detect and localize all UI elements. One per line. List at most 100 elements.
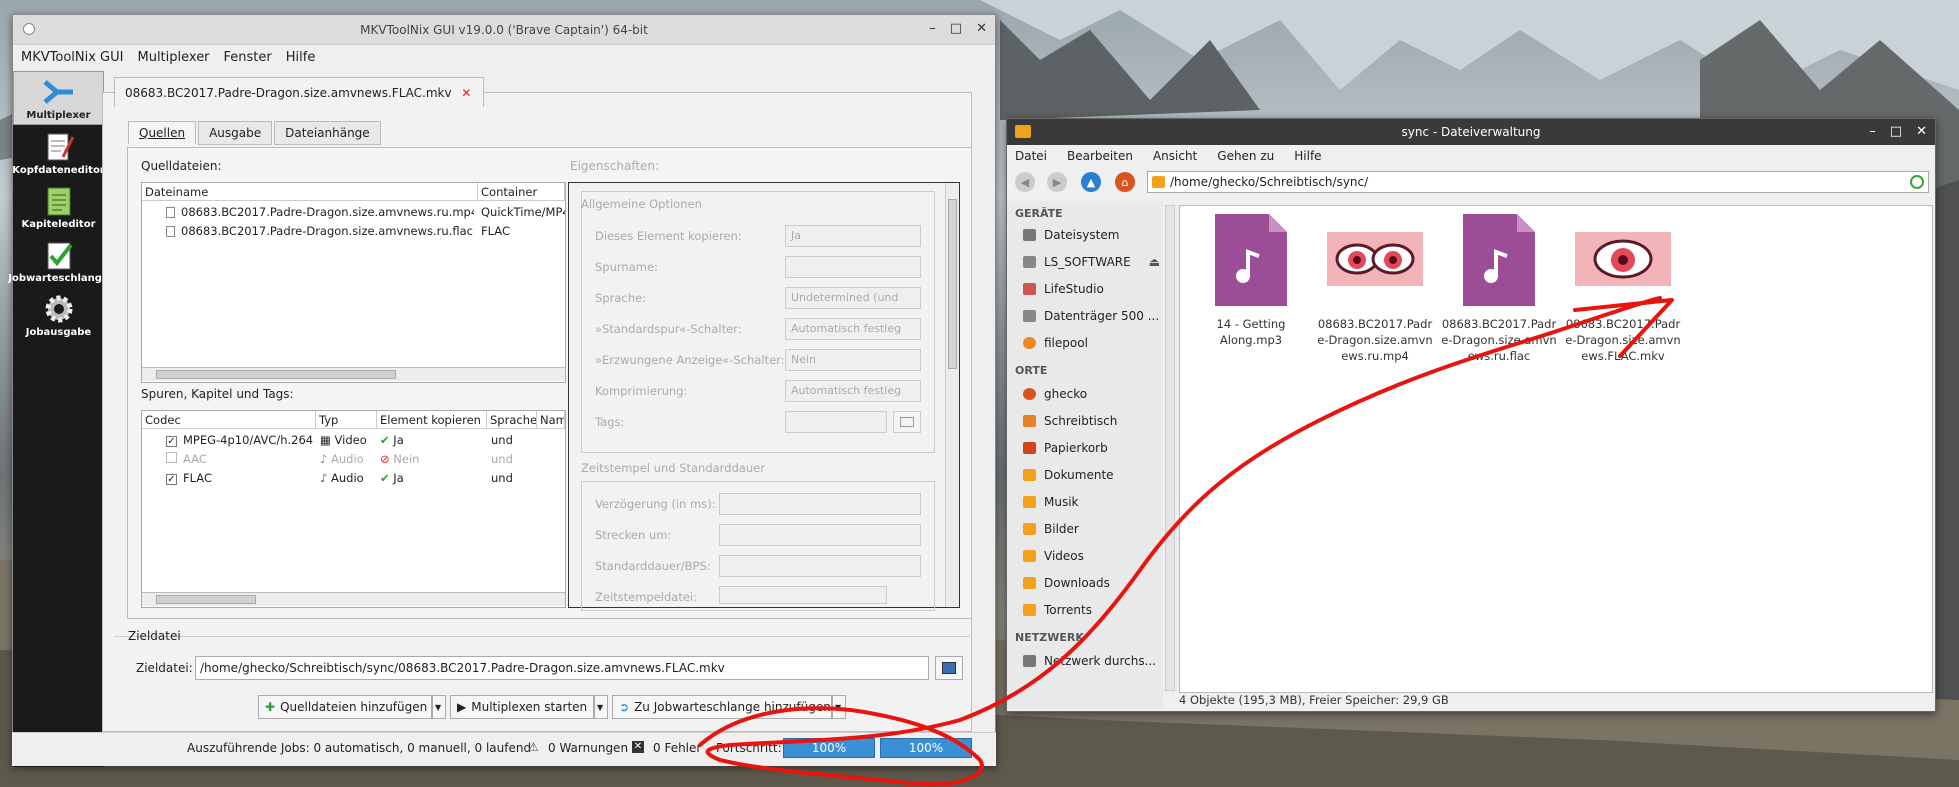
- sidebar-item-dateisystem[interactable]: Dateisystem: [1023, 225, 1119, 245]
- tab-dateianhaenge[interactable]: Dateianhänge: [274, 121, 381, 145]
- sidebar-item-dokumente[interactable]: Dokumente: [1023, 465, 1114, 485]
- close-button[interactable]: ✕: [976, 21, 987, 36]
- menu-multiplexer[interactable]: Multiplexer: [137, 50, 209, 65]
- track-row-flac[interactable]: ✓ FLAC: [166, 471, 212, 485]
- track-name-field[interactable]: [785, 256, 921, 278]
- sidebar-item-musik[interactable]: Musik: [1023, 492, 1079, 512]
- stretch-field[interactable]: [719, 524, 921, 546]
- menu-ansicht[interactable]: Ansicht: [1153, 149, 1197, 163]
- menu-gehen-zu[interactable]: Gehen zu: [1217, 149, 1274, 163]
- up-arrow-icon[interactable]: ▲: [1081, 172, 1101, 192]
- sidebar-item-ls-software[interactable]: LS_SOFTWARE ⏏: [1023, 252, 1160, 272]
- default-duration-field[interactable]: [719, 555, 921, 577]
- delay-field[interactable]: [719, 493, 921, 515]
- sidebar-item-job-output[interactable]: Jobausgabe: [13, 287, 104, 341]
- sidebar-item-ghecko[interactable]: ghecko: [1023, 384, 1087, 404]
- close-button[interactable]: ✕: [1916, 124, 1927, 139]
- sidebar-item-lifestudio[interactable]: LifeStudio: [1023, 279, 1104, 299]
- back-arrow-icon[interactable]: ◀: [1015, 172, 1035, 192]
- tab-current-job[interactable]: 08683.BC2017.Padre-Dragon.size.amvnews.F…: [114, 77, 485, 107]
- dest-file-input[interactable]: /home/ghecko/Schreibtisch/sync/08683.BC2…: [195, 656, 929, 680]
- prop-label: Strecken um:: [595, 528, 672, 542]
- add-to-queue-button[interactable]: ➲ Zu Jobwarteschlange hinzufügen: [612, 695, 832, 719]
- add-sources-button[interactable]: ✚ Quelldateien hinzufügen: [258, 695, 432, 719]
- browse-dest-button[interactable]: [935, 656, 963, 680]
- menu-hilfe[interactable]: Hilfe: [286, 50, 316, 65]
- menu-hilfe[interactable]: Hilfe: [1294, 149, 1321, 163]
- default-track-combo[interactable]: Automatisch festleg: [785, 318, 921, 340]
- maximize-button[interactable]: □: [950, 21, 962, 36]
- table-row[interactable]: 08683.BC2017.Padre-Dragon.size.amvnews.r…: [166, 224, 474, 238]
- tracks-hscrollbar[interactable]: [142, 592, 565, 606]
- timestamp-file-field[interactable]: [719, 586, 887, 604]
- audio-icon: ♪: [320, 452, 328, 466]
- language-combo[interactable]: Undetermined (und: [785, 287, 921, 309]
- col-name[interactable]: Name: [537, 411, 565, 429]
- warnings-count[interactable]: 0 Warnungen: [548, 741, 628, 755]
- sources-hscrollbar[interactable]: [142, 367, 565, 381]
- start-mux-button[interactable]: ▶ Multiplexen starten: [450, 695, 594, 719]
- sidebar-item-downloads[interactable]: Downloads: [1023, 573, 1110, 593]
- folder-icon: [1152, 176, 1165, 188]
- home-icon[interactable]: ⌂: [1115, 172, 1135, 192]
- reload-icon[interactable]: [1910, 175, 1924, 189]
- sidebar-item-datentraeger[interactable]: Datenträger 500 ...: [1023, 306, 1159, 326]
- track-checkbox[interactable]: ✓: [166, 436, 177, 447]
- timing-title: Zeitstempel und Standarddauer: [581, 461, 765, 475]
- sidebar-item-multiplexer[interactable]: Multiplexer: [13, 71, 104, 125]
- add-to-queue-dropdown[interactable]: ▼: [832, 695, 846, 719]
- sidebar-scrollbar[interactable]: [1165, 205, 1175, 691]
- fm-titlebar[interactable]: sync - Dateiverwaltung – □ ✕: [1007, 119, 1935, 145]
- col-sprache[interactable]: Sprache: [487, 411, 537, 429]
- sidebar-item-network[interactable]: Netzwerk durchs...: [1023, 651, 1156, 671]
- col-codec[interactable]: Codec: [142, 411, 316, 429]
- copy-element-combo[interactable]: Ja: [785, 225, 921, 247]
- browse-tags-button[interactable]: [893, 411, 921, 433]
- forward-arrow-icon[interactable]: ▶: [1047, 172, 1067, 192]
- sidebar-item-bilder[interactable]: Bilder: [1023, 519, 1079, 539]
- track-row-video[interactable]: ✓ MPEG-4p10/AVC/h.264: [166, 433, 313, 447]
- col-element-kopieren[interactable]: Element kopieren: [377, 411, 487, 429]
- sidebar-item-header-editor[interactable]: Kopfdateneditor: [12, 125, 105, 179]
- mkv-titlebar[interactable]: MKVToolNix GUI v19.0.0 ('Brave Captain')…: [13, 15, 995, 45]
- sidebar-item-filepool[interactable]: filepool: [1023, 333, 1088, 353]
- col-typ[interactable]: Typ: [316, 411, 377, 429]
- menu-datei[interactable]: Datei: [1015, 149, 1047, 163]
- sidebar-item-papierkorb[interactable]: Papierkorb: [1023, 438, 1108, 458]
- multiplexer-icon: [42, 80, 73, 104]
- track-checkbox[interactable]: ✓: [166, 474, 177, 485]
- sidebar-item-chapter-editor[interactable]: Kapiteleditor: [13, 179, 104, 233]
- sidebar-item-videos[interactable]: Videos: [1023, 546, 1084, 566]
- compression-combo[interactable]: Automatisch festleg: [785, 380, 921, 402]
- close-tab-icon[interactable]: ✕: [461, 86, 471, 100]
- menu-mkvtoolnix[interactable]: MKVToolNix GUI: [21, 50, 123, 65]
- path-field[interactable]: /home/ghecko/Schreibtisch/sync/: [1147, 171, 1929, 193]
- menu-bearbeiten[interactable]: Bearbeiten: [1067, 149, 1133, 163]
- add-sources-dropdown[interactable]: ▼: [432, 695, 446, 719]
- file-item-mkv[interactable]: 08683.BC2017.Padre-Dragon.size.amvnews.F…: [1558, 214, 1688, 364]
- forced-display-combo[interactable]: Nein: [785, 349, 921, 371]
- sidebar-item-schreibtisch[interactable]: Schreibtisch: [1023, 411, 1117, 431]
- track-checkbox[interactable]: [166, 452, 177, 463]
- file-item-mp3[interactable]: 14 - Getting Along.mp3: [1186, 214, 1316, 348]
- col-container[interactable]: Container: [478, 183, 565, 201]
- maximize-button[interactable]: □: [1890, 124, 1902, 139]
- table-row[interactable]: 08683.BC2017.Padre-Dragon.size.amvnews.r…: [166, 205, 474, 219]
- tags-field[interactable]: [785, 411, 887, 433]
- sidebar-item-torrents[interactable]: Torrents: [1023, 600, 1092, 620]
- menu-fenster[interactable]: Fenster: [224, 50, 272, 65]
- eject-icon[interactable]: ⏏: [1149, 255, 1160, 269]
- tab-ausgabe[interactable]: Ausgabe: [198, 121, 273, 145]
- col-dateiname[interactable]: Dateiname: [142, 183, 478, 201]
- file-item-mp4[interactable]: 08683.BC2017.Padre-Dragon.size.amvnews.r…: [1310, 214, 1440, 364]
- file-item-flac[interactable]: 08683.BC2017.Padre-Dragon.size.amvnews.r…: [1434, 214, 1564, 364]
- track-row-aac[interactable]: AAC: [166, 452, 207, 466]
- minimize-button[interactable]: –: [1869, 124, 1876, 139]
- track-type: ♪ Audio: [320, 452, 364, 466]
- sidebar-item-job-queue[interactable]: Jobwarteschlange: [8, 233, 109, 287]
- errors-count[interactable]: 0 Fehler: [653, 741, 701, 755]
- properties-vscrollbar[interactable]: [945, 183, 959, 607]
- start-mux-dropdown[interactable]: ▼: [594, 695, 608, 719]
- minimize-button[interactable]: –: [929, 21, 936, 36]
- tab-quellen[interactable]: Quellen: [128, 121, 197, 145]
